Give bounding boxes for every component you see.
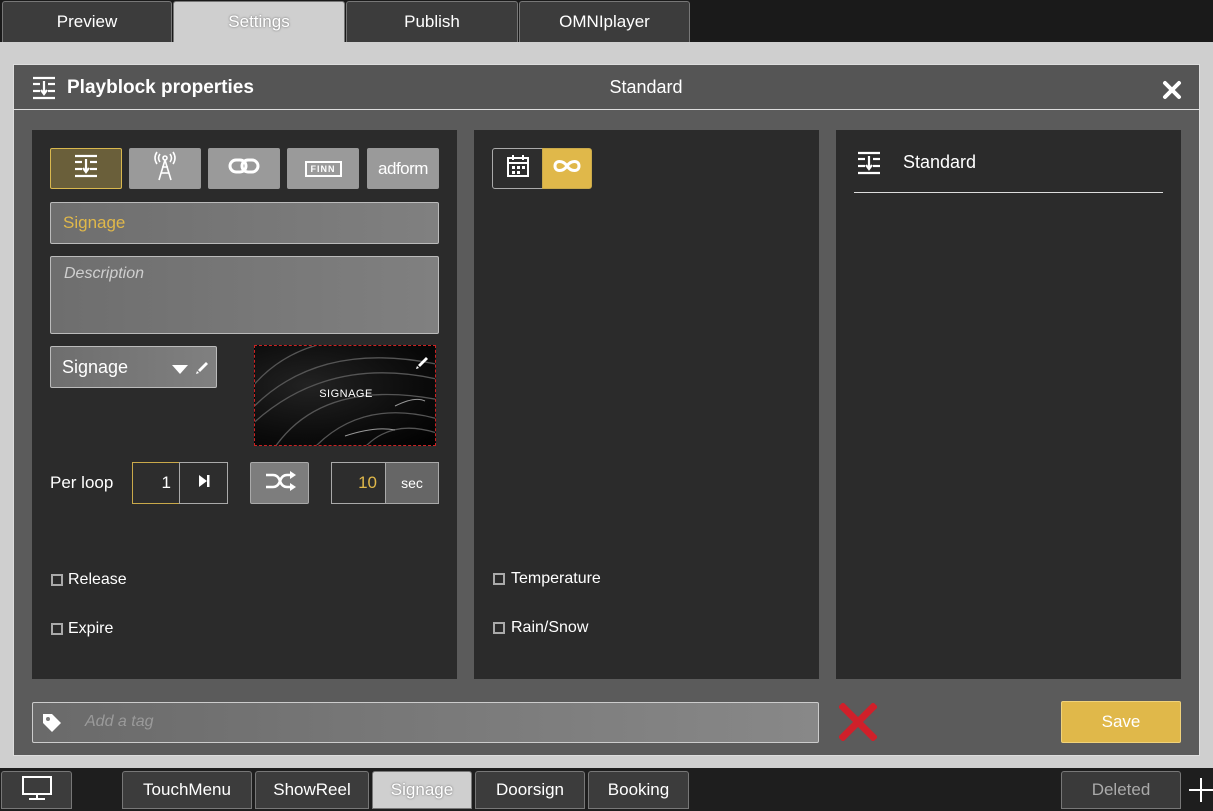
playlist-icon: [73, 153, 99, 184]
tab-showreel[interactable]: ShowReel: [255, 771, 369, 809]
release-label: Release: [68, 571, 127, 588]
edit-thumbnail-icon[interactable]: [415, 354, 431, 375]
tab-doorsign[interactable]: Doorsign: [475, 771, 585, 809]
expire-checkbox[interactable]: [51, 623, 63, 635]
tab-settings[interactable]: Settings: [173, 1, 345, 43]
tab-publish[interactable]: Publish: [346, 1, 518, 43]
right-panel: [836, 130, 1181, 679]
type-link-button[interactable]: [208, 148, 280, 189]
add-icon[interactable]: [1189, 778, 1213, 807]
type-finn-button[interactable]: FINN: [287, 148, 359, 189]
screen-button[interactable]: [1, 771, 72, 809]
rain-snow-checkbox[interactable]: [493, 622, 505, 634]
playblock-list-item[interactable]: Standard: [854, 148, 1163, 193]
calendar-icon: [506, 154, 530, 183]
expire-label: Expire: [68, 620, 114, 637]
monitor-icon: [21, 775, 53, 806]
temperature-checkbox[interactable]: [493, 573, 505, 585]
description-textarea[interactable]: Description: [50, 256, 439, 334]
deleted-button[interactable]: Deleted: [1061, 771, 1181, 809]
save-button[interactable]: Save: [1061, 701, 1181, 743]
finn-logo: FINN: [304, 160, 342, 177]
shuffle-icon: [264, 470, 296, 497]
tab-booking[interactable]: Booking: [588, 771, 689, 809]
rain-snow-label: Rain/Snow: [511, 619, 589, 636]
release-checkbox[interactable]: [51, 574, 63, 586]
middle-panel: [474, 130, 819, 679]
thumbnail-label: SIGNAGE: [319, 388, 373, 400]
temperature-label: Temperature: [511, 570, 601, 587]
close-icon[interactable]: [1162, 80, 1182, 100]
per-loop-input[interactable]: 1: [132, 462, 180, 504]
playlist-icon: [857, 150, 881, 181]
category-select[interactable]: Signage: [50, 346, 217, 388]
tab-omniplayer[interactable]: OMNIplayer: [519, 1, 690, 43]
skip-next-icon: [197, 474, 211, 493]
chevron-down-icon: [172, 362, 188, 380]
tab-signage[interactable]: Signage: [372, 771, 472, 809]
tab-touchmenu[interactable]: TouchMenu: [122, 771, 252, 809]
tag-input[interactable]: Add a tag: [32, 702, 819, 743]
type-adform-button[interactable]: adform: [367, 148, 439, 189]
playblock-list-item-label: Standard: [903, 152, 977, 172]
skip-next-button[interactable]: [179, 462, 228, 504]
tab-preview[interactable]: Preview: [2, 1, 172, 43]
antenna-icon: [152, 151, 178, 186]
delete-icon[interactable]: [838, 702, 878, 746]
tag-input-placeholder: Add a tag: [85, 713, 154, 730]
edit-category-icon[interactable]: [195, 359, 211, 380]
per-loop-label: Per loop: [50, 473, 114, 492]
schedule-button[interactable]: [492, 148, 543, 189]
duration-input[interactable]: 10: [331, 462, 386, 504]
tag-icon: [41, 712, 63, 739]
link-icon: [228, 157, 260, 180]
infinity-icon: [552, 158, 582, 179]
name-input[interactable]: Signage: [50, 202, 439, 244]
type-broadcast-button[interactable]: [129, 148, 201, 189]
type-playlist-button[interactable]: [50, 148, 122, 189]
dialog-title: Playblock properties: [67, 77, 254, 98]
playblock-icon: [32, 75, 56, 101]
thumbnail-image[interactable]: SIGNAGE: [254, 345, 436, 446]
dialog-subtitle: Standard: [609, 77, 683, 97]
shuffle-button[interactable]: [250, 462, 309, 504]
duration-unit: sec: [385, 462, 439, 504]
infinite-button[interactable]: [542, 148, 592, 189]
category-select-value: Signage: [62, 357, 129, 377]
adform-logo: adform: [378, 158, 428, 178]
